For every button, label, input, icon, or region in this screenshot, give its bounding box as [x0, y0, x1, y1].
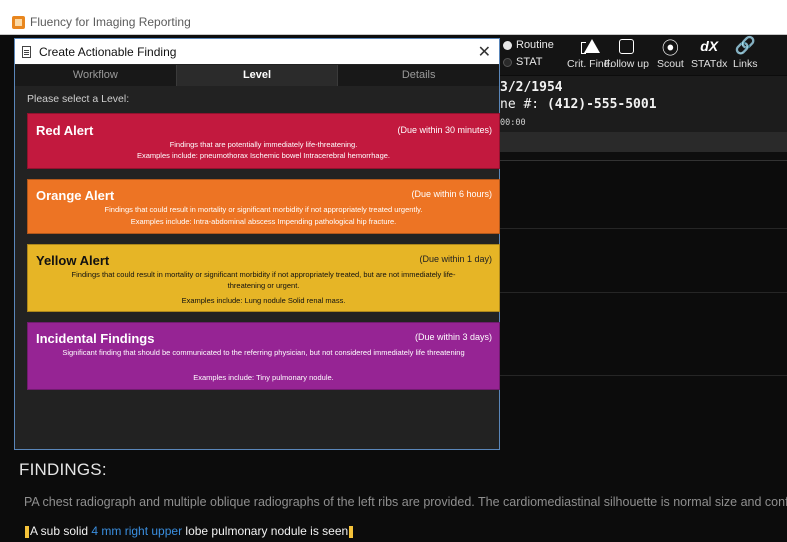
scout-button[interactable]: ⦿ Scout [657, 35, 684, 75]
level-examples: Examples include: Tiny pulmonary nodule. [193, 373, 334, 382]
level-examples: Examples include: Lung nodule Solid rena… [181, 296, 346, 305]
level-card-incidental-findings[interactable]: Incidental Findings (Due within 3 days) … [27, 322, 500, 390]
top-strip [0, 0, 787, 10]
priority-group: Routine STAT [500, 35, 560, 75]
level-due: (Due within 3 days) [414, 332, 492, 342]
level-examples: Examples include: Intra-abdominal absces… [130, 217, 397, 226]
stat-label: STAT [516, 56, 543, 68]
patient-phone: (412)-555-5001 [546, 97, 657, 112]
scout-label: Scout [657, 58, 684, 70]
radio-unselected-icon [503, 57, 512, 67]
level-description: Significant finding that should be commu… [62, 348, 465, 357]
create-actionable-finding-dialog: Create Actionable Finding ✕ Workflow Lev… [14, 38, 500, 450]
level-description: Findings that could result in mortality … [71, 270, 456, 290]
patient-phone-row: ne #: (412)-555-5001 [500, 97, 657, 112]
level-card-yellow-alert[interactable]: Yellow Alert (Due within 1 day) Findings… [27, 244, 500, 312]
app-title: Fluency for Imaging Reporting [30, 15, 191, 29]
dialog-title: Create Actionable Finding [39, 44, 177, 59]
level-name: Red Alert [36, 123, 94, 138]
level-name: Orange Alert [36, 188, 115, 203]
patient-info-panel: 3/2/1954 ne #: (412)-555-5001 00:00 [500, 76, 787, 132]
document-icon [22, 45, 31, 58]
statdx-button[interactable]: dX STATdx [691, 35, 727, 75]
finding-field[interactable]: A sub solid 4 mm right upper lobe pulmon… [24, 524, 354, 538]
links-button[interactable]: 🔗 Links [733, 35, 758, 75]
divider [500, 375, 787, 376]
separator-band [500, 132, 787, 152]
level-card-red-alert[interactable]: Red Alert (Due within 30 minutes) Findin… [27, 113, 500, 169]
level-card-orange-alert[interactable]: Orange Alert (Due within 6 hours) Findin… [27, 179, 500, 234]
tab-workflow[interactable]: Workflow [15, 65, 177, 86]
level-examples: Examples include: pneumothorax Ischemic … [136, 151, 391, 160]
patient-dob: 3/2/1954 [500, 80, 563, 95]
app-title-bar: Fluency for Imaging Reporting [0, 10, 787, 35]
divider [500, 292, 787, 293]
close-icon[interactable]: ✕ [478, 42, 491, 62]
statdx-icon: dX [700, 38, 719, 54]
level-prompt: Please select a Level: [27, 93, 130, 105]
level-name: Incidental Findings [36, 331, 155, 346]
tab-details[interactable]: Details [338, 65, 500, 86]
level-name: Yellow Alert [36, 253, 110, 268]
finding-highlight: 4 mm right upper [91, 524, 183, 538]
level-description: Findings that could result in mortality … [104, 205, 423, 214]
stat-radio[interactable]: STAT [503, 56, 542, 68]
findings-heading: FINDINGS: [19, 460, 107, 479]
follow-up-icon [618, 38, 634, 54]
follow-up-label: Follow up [604, 58, 649, 70]
field-bracket-open [25, 525, 29, 538]
statdx-label: STATdx [691, 58, 728, 70]
follow-up-button[interactable]: Follow up [604, 35, 649, 75]
links-icon: 🔗 [734, 36, 756, 55]
routine-radio[interactable]: Routine [503, 39, 554, 51]
report-toolbar: Routine STAT Crit. Find. Follow up ⦿ Sco… [500, 35, 787, 75]
patient-time: 00:00 [500, 118, 526, 128]
radio-selected-icon [503, 40, 512, 50]
level-due: (Due within 1 day) [419, 254, 492, 264]
divider [500, 228, 787, 229]
level-due: (Due within 6 hours) [411, 189, 492, 199]
separator-band-dark [500, 152, 787, 161]
phone-prefix: ne #: [500, 97, 547, 112]
critical-finding-icon [580, 38, 600, 54]
links-label: Links [733, 58, 758, 70]
level-due: (Due within 30 minutes) [397, 125, 492, 135]
scout-compass-icon: ⦿ [661, 38, 679, 58]
tab-level[interactable]: Level [176, 65, 339, 86]
app-logo-icon [12, 15, 25, 29]
level-description: Findings that are potentially immediatel… [169, 140, 358, 149]
routine-label: Routine [516, 39, 554, 51]
finding-text-part2: lobe pulmonary nodule is seen [182, 524, 349, 538]
findings-text[interactable]: PA chest radiograph and multiple oblique… [24, 495, 787, 509]
dialog-tabs: Workflow Level Details [15, 65, 500, 86]
dialog-title-bar: Create Actionable Finding ✕ [15, 39, 499, 64]
field-bracket-close [349, 525, 354, 538]
finding-text-part1: A sub solid [30, 524, 92, 538]
